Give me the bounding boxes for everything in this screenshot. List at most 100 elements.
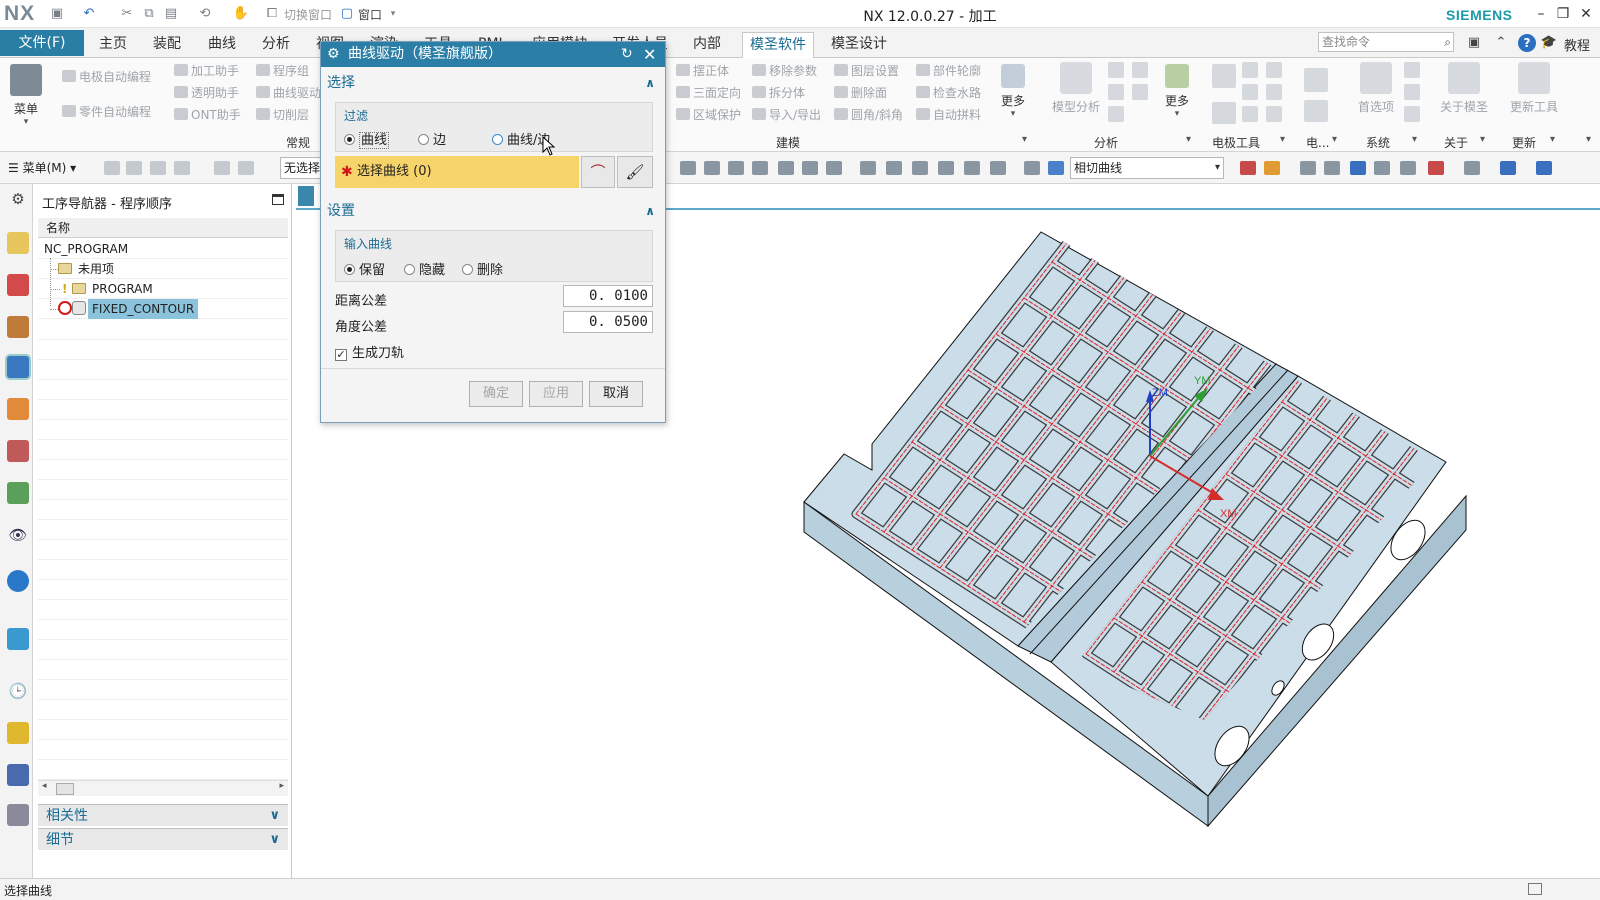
snap-icon-1[interactable] [680, 161, 696, 175]
curve-rule-icon[interactable]: ⌒ [581, 156, 615, 188]
toolbar-icon-8[interactable] [1264, 161, 1280, 175]
snap-icon-7[interactable] [826, 161, 842, 175]
toolbar-icon-3[interactable] [150, 161, 166, 175]
generate-path-checkbox[interactable]: ✓ 生成刀轨 [335, 342, 404, 361]
snap-icon-6[interactable] [802, 161, 818, 175]
tutorial-cap-icon[interactable]: 🎓 [1540, 34, 1558, 52]
view-icon-6[interactable] [1464, 161, 1480, 175]
view-icon-8[interactable] [1536, 161, 1552, 175]
collapse-ribbon-icon[interactable]: ⌃ [1492, 34, 1510, 52]
toolbar-icon-5[interactable] [214, 161, 230, 175]
history-clock-icon[interactable]: 🕒 [7, 680, 29, 702]
status-window-icon[interactable] [1528, 883, 1542, 895]
analysis-small-icon-1[interactable] [1108, 62, 1124, 78]
scrollbar-thumb[interactable] [56, 783, 74, 795]
input-curve-hide-radio[interactable]: 隐藏 [404, 259, 445, 278]
palette-icon[interactable] [7, 722, 29, 744]
distance-tolerance-input[interactable]: 0. 0100 [563, 285, 653, 307]
electrode-tool-icon-8[interactable] [1266, 106, 1282, 122]
cancel-button[interactable]: 取消 [589, 381, 643, 407]
system-small-icon-1[interactable] [1404, 62, 1420, 78]
view-icon-5[interactable] [1428, 161, 1444, 175]
analysis-small-icon-4[interactable] [1132, 62, 1148, 78]
curve-rule-dropdown[interactable]: 相切曲线 ▾ [1070, 157, 1224, 179]
section-select-header[interactable]: 选择 ∧ [327, 72, 659, 94]
select-curve-row[interactable]: ✱ 选择曲线 (0) [335, 156, 579, 188]
snap-icon-15[interactable] [1048, 161, 1064, 175]
operation-navigator-icon[interactable] [7, 356, 29, 378]
machining-feature-navigator-icon[interactable] [7, 440, 29, 462]
maximize-icon[interactable] [272, 194, 284, 205]
section-settings-header[interactable]: 设置 ∧ [327, 200, 659, 222]
scroll-right-icon[interactable]: ▸ [279, 781, 284, 791]
view-icon-4[interactable] [1400, 161, 1416, 175]
group-analysis-dropdown-icon[interactable]: ▾ [1186, 134, 1191, 145]
ok-button[interactable]: 确定 [469, 381, 523, 407]
input-curve-keep-radio[interactable]: 保留 [344, 259, 385, 278]
toolbar-icon-4[interactable] [174, 161, 190, 175]
ribbon-options-dropdown-icon[interactable]: ▾ [1586, 134, 1591, 145]
auto-stock-button[interactable]: 自动拼料 [916, 106, 981, 123]
snap-icon-4[interactable] [752, 161, 768, 175]
snap-icon-13[interactable] [990, 161, 1006, 175]
snap-icon-2[interactable] [704, 161, 720, 175]
part-navigator-icon[interactable] [7, 316, 29, 338]
tab-home[interactable]: 主页 [92, 32, 134, 58]
help-icon[interactable]: ? [1518, 34, 1536, 52]
split-body-button[interactable]: 拆分体 [752, 84, 805, 101]
machining-helper-button[interactable]: 加工助手 [174, 62, 239, 79]
cut-level-button[interactable]: 切削层 [256, 106, 309, 123]
tab-analysis[interactable]: 分析 [255, 32, 297, 58]
analysis-small-icon-3[interactable] [1108, 106, 1124, 122]
tree-row-fixed-contour[interactable]: FIXED_CONTOUR [38, 299, 288, 319]
toolbar-icon-6[interactable] [238, 161, 254, 175]
part-outline-button[interactable]: 部件轮廓 [916, 62, 981, 79]
elec-short-icon-2[interactable] [1304, 100, 1328, 122]
electrode-tool-icon-2[interactable] [1242, 62, 1258, 78]
tab-mosheng-software[interactable]: 模圣软件 [742, 32, 814, 58]
restore-icon[interactable]: ❐ [1552, 4, 1574, 24]
tutorial-link[interactable]: 教程 [1564, 35, 1590, 54]
curve-drive-button[interactable]: 曲线驱动 [256, 84, 321, 101]
snap-icon-8[interactable] [860, 161, 876, 175]
update-tool-button[interactable]: 更新工具 [1502, 62, 1566, 115]
accordion-dependencies[interactable]: 相关性 ∨ [38, 804, 288, 826]
angle-tolerance-input[interactable]: 0. 0500 [563, 311, 653, 333]
snap-icon-3[interactable] [728, 161, 744, 175]
delete-face-button[interactable]: 删除面 [834, 84, 887, 101]
part-auto-program-button[interactable]: 零件自动编程 [62, 103, 151, 120]
menu-large-button[interactable]: 菜单 ▾ [6, 64, 46, 127]
analysis-small-icon-2[interactable] [1108, 84, 1124, 100]
input-curve-delete-radio[interactable]: 删除 [462, 259, 503, 278]
system-small-icon-3[interactable] [1404, 106, 1420, 122]
gear-icon[interactable]: ⚙ [7, 188, 29, 210]
command-search-input[interactable]: 查找命令 ⌕ [1318, 32, 1454, 52]
toolbar-icon-1[interactable] [104, 161, 120, 175]
view-icon-7[interactable] [1500, 161, 1516, 175]
tree-row-program[interactable]: ! PROGRAM [38, 279, 288, 299]
region-protect-button[interactable]: 区域保护 [676, 106, 741, 123]
machine-tool-navigator-icon[interactable] [7, 398, 29, 420]
elec-short-icon-1[interactable] [1304, 68, 1328, 92]
electrode-auto-program-button[interactable]: 电极自动编程 [62, 68, 151, 85]
about-mosheng-button[interactable]: 关于模圣 [1432, 62, 1496, 115]
program-group-button[interactable]: 程序组 [256, 62, 309, 79]
snap-icon-10[interactable] [912, 161, 928, 175]
search-icon[interactable]: ⌕ [1444, 33, 1451, 51]
snap-icon-12[interactable] [964, 161, 980, 175]
group-electrode-dropdown-icon[interactable]: ▾ [1280, 134, 1285, 145]
reuse-library-icon[interactable] [7, 482, 29, 504]
toolbar-icon-2[interactable] [126, 161, 142, 175]
full-screen-icon[interactable]: ▣ [1465, 34, 1483, 52]
process-studio-icon[interactable] [7, 764, 29, 786]
apply-button[interactable]: 应用 [529, 381, 583, 407]
fillet-chamfer-button[interactable]: 圆角/斜角 [834, 106, 903, 123]
horizontal-scrollbar[interactable]: ◂ ▸ [38, 780, 288, 796]
close-icon[interactable]: ✕ [1575, 4, 1597, 24]
group-modeling-dropdown-icon[interactable]: ▾ [1022, 134, 1027, 145]
main-menu-button[interactable]: ☰ 菜单(M) ▾ [8, 159, 76, 176]
filter-curve-radio[interactable]: 曲线 [344, 129, 390, 149]
system-small-icon-2[interactable] [1404, 84, 1420, 100]
group-update-dropdown-icon[interactable]: ▾ [1550, 134, 1555, 145]
tab-internal[interactable]: 内部 [686, 32, 728, 58]
